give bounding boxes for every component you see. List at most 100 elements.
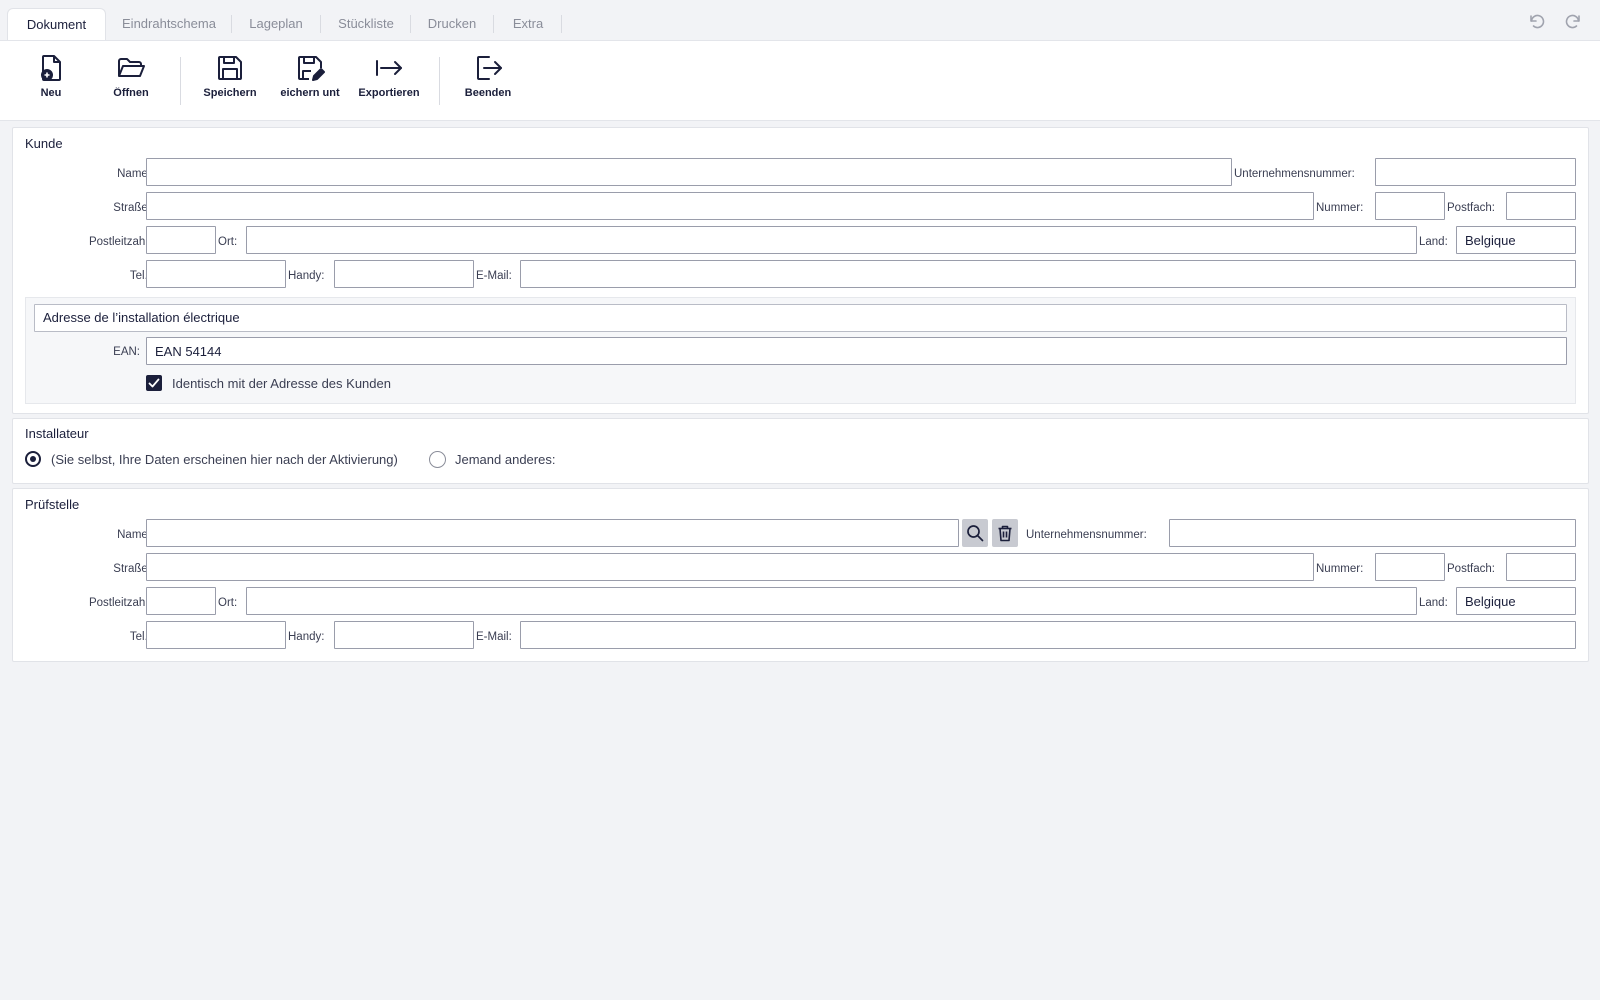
installation-address-title: Adresse de l’installation électrique — [34, 304, 1567, 332]
inspection-country-input[interactable] — [1456, 587, 1576, 615]
inspection-delete-button[interactable] — [992, 519, 1018, 547]
inspection-street-input[interactable] — [146, 553, 1314, 581]
open-button-label: Öffnen — [113, 87, 149, 99]
tab-divider — [320, 15, 321, 33]
customer-street-label: Straße: — [113, 202, 151, 214]
customer-name-label: Name: — [117, 168, 151, 180]
inspection-city-input[interactable] — [246, 587, 1417, 615]
inspection-po-box-label: Postfach: — [1447, 563, 1495, 575]
save-as-button-label: eichern unt — [280, 87, 340, 99]
inspection-title: Prüfstelle — [25, 497, 80, 512]
inspection-name-input[interactable] — [146, 519, 959, 547]
installation-address-section: Adresse de l’installation électrique EAN… — [25, 297, 1576, 404]
tab-lageplan[interactable]: Lageplan — [236, 8, 316, 40]
save-as-button[interactable]: eichern unt — [270, 53, 350, 113]
customer-tel-label: Tel.: — [129, 270, 151, 282]
customer-name-input[interactable] — [146, 158, 1232, 186]
customer-mobile-label: Handy: — [288, 270, 325, 282]
checkmark-icon — [148, 378, 160, 388]
open-button[interactable]: Öffnen — [91, 53, 171, 113]
inspection-postal-code-input[interactable] — [146, 587, 216, 615]
inspection-po-box-input[interactable] — [1506, 553, 1576, 581]
inspection-country-label: Land: — [1419, 597, 1448, 609]
inspection-search-button[interactable] — [962, 519, 988, 547]
new-button-label: Neu — [40, 87, 62, 99]
tab-divider — [410, 15, 411, 33]
tab-divider — [231, 15, 232, 33]
floppy-edit-icon — [270, 53, 350, 83]
redo-icon[interactable] — [1565, 12, 1583, 30]
customer-street-input[interactable] — [146, 192, 1314, 220]
customer-postal-code-label: Postleitzahl: — [88, 236, 151, 248]
ean-label: EAN: — [113, 346, 140, 358]
file-plus-icon — [11, 53, 91, 83]
inspection-mobile-label: Handy: — [288, 631, 325, 643]
installer-other-radio[interactable] — [429, 451, 446, 468]
customer-company-number-label: Unternehmensnummer: — [1234, 168, 1355, 180]
customer-email-label: E-Mail: — [476, 270, 512, 282]
tab-divider — [561, 15, 562, 33]
export-button[interactable]: Exportieren — [349, 53, 429, 113]
same-address-checkbox[interactable] — [146, 375, 162, 391]
customer-company-number-input[interactable] — [1375, 158, 1576, 186]
customer-panel: Kunde Name: Unternehmensnummer: Straße: … — [12, 127, 1589, 414]
quit-button-label: Beenden — [464, 87, 512, 99]
folder-open-icon — [91, 53, 171, 83]
save-button[interactable]: Speichern — [190, 53, 270, 113]
customer-city-label: Ort: — [218, 236, 238, 248]
tab-stueckliste[interactable]: Stückliste — [325, 8, 407, 40]
inspection-panel: Prüfstelle Name: Unternehmensnummer: Str… — [12, 488, 1589, 662]
inspection-number-label: Nummer: — [1316, 563, 1364, 575]
installer-panel: Installateur (Sie selbst, Ihre Daten ers… — [12, 418, 1589, 484]
inspection-postal-code-label: Postleitzahl: — [88, 597, 151, 609]
inspection-street-label: Straße: — [113, 563, 151, 575]
same-address-label: Identisch mit der Adresse des Kunden — [172, 376, 391, 391]
toolbar-divider — [180, 57, 181, 105]
installer-other-label: Jemand anderes: — [455, 452, 556, 467]
trash-icon — [998, 525, 1012, 542]
tab-bar: Dokument Eindrahtschema Lageplan Stückli… — [0, 0, 1600, 41]
inspection-email-input[interactable] — [520, 621, 1576, 649]
ean-input[interactable] — [146, 337, 1567, 365]
tab-extra[interactable]: Extra — [497, 8, 559, 40]
inspection-city-label: Ort: — [218, 597, 238, 609]
tab-drucken[interactable]: Drucken — [414, 8, 490, 40]
customer-mobile-input[interactable] — [334, 260, 474, 288]
customer-country-input[interactable] — [1456, 226, 1576, 254]
inspection-name-label: Name: — [117, 529, 151, 541]
customer-title: Kunde — [25, 136, 63, 151]
export-button-label: Exportieren — [358, 87, 420, 99]
logout-icon — [448, 53, 528, 83]
tab-eindrahtschema[interactable]: Eindrahtschema — [110, 8, 228, 40]
inspection-tel-label: Tel.: — [129, 631, 151, 643]
customer-city-input[interactable] — [246, 226, 1417, 254]
inspection-email-label: E-Mail: — [476, 631, 512, 643]
installer-title: Installateur — [25, 426, 89, 441]
toolbar-ribbon: Neu Öffnen Speichern eichern unt Exporti… — [0, 40, 1600, 121]
inspection-company-number-input[interactable] — [1169, 519, 1576, 547]
inspection-mobile-input[interactable] — [334, 621, 474, 649]
customer-tel-input[interactable] — [146, 260, 286, 288]
floppy-disk-icon — [190, 53, 270, 83]
customer-number-label: Nummer: — [1316, 202, 1364, 214]
inspection-company-number-label: Unternehmensnummer: — [1026, 529, 1147, 541]
arrow-right-bar-icon — [349, 53, 429, 83]
save-button-label: Speichern — [203, 87, 257, 99]
customer-country-label: Land: — [1419, 236, 1448, 248]
customer-po-box-label: Postfach: — [1447, 202, 1495, 214]
customer-postal-code-input[interactable] — [146, 226, 216, 254]
inspection-tel-input[interactable] — [146, 621, 286, 649]
installer-self-label: (Sie selbst, Ihre Daten erscheinen hier … — [51, 452, 398, 467]
customer-po-box-input[interactable] — [1506, 192, 1576, 220]
installer-self-radio[interactable] — [25, 451, 41, 467]
tab-dokument[interactable]: Dokument — [7, 8, 106, 41]
quit-button[interactable]: Beenden — [448, 53, 528, 113]
tab-divider — [493, 15, 494, 33]
customer-email-input[interactable] — [520, 260, 1576, 288]
inspection-number-input[interactable] — [1375, 553, 1445, 581]
customer-number-input[interactable] — [1375, 192, 1445, 220]
new-button[interactable]: Neu — [11, 53, 91, 113]
toolbar-divider — [439, 57, 440, 105]
undo-icon[interactable] — [1527, 12, 1545, 30]
search-icon — [967, 525, 984, 542]
